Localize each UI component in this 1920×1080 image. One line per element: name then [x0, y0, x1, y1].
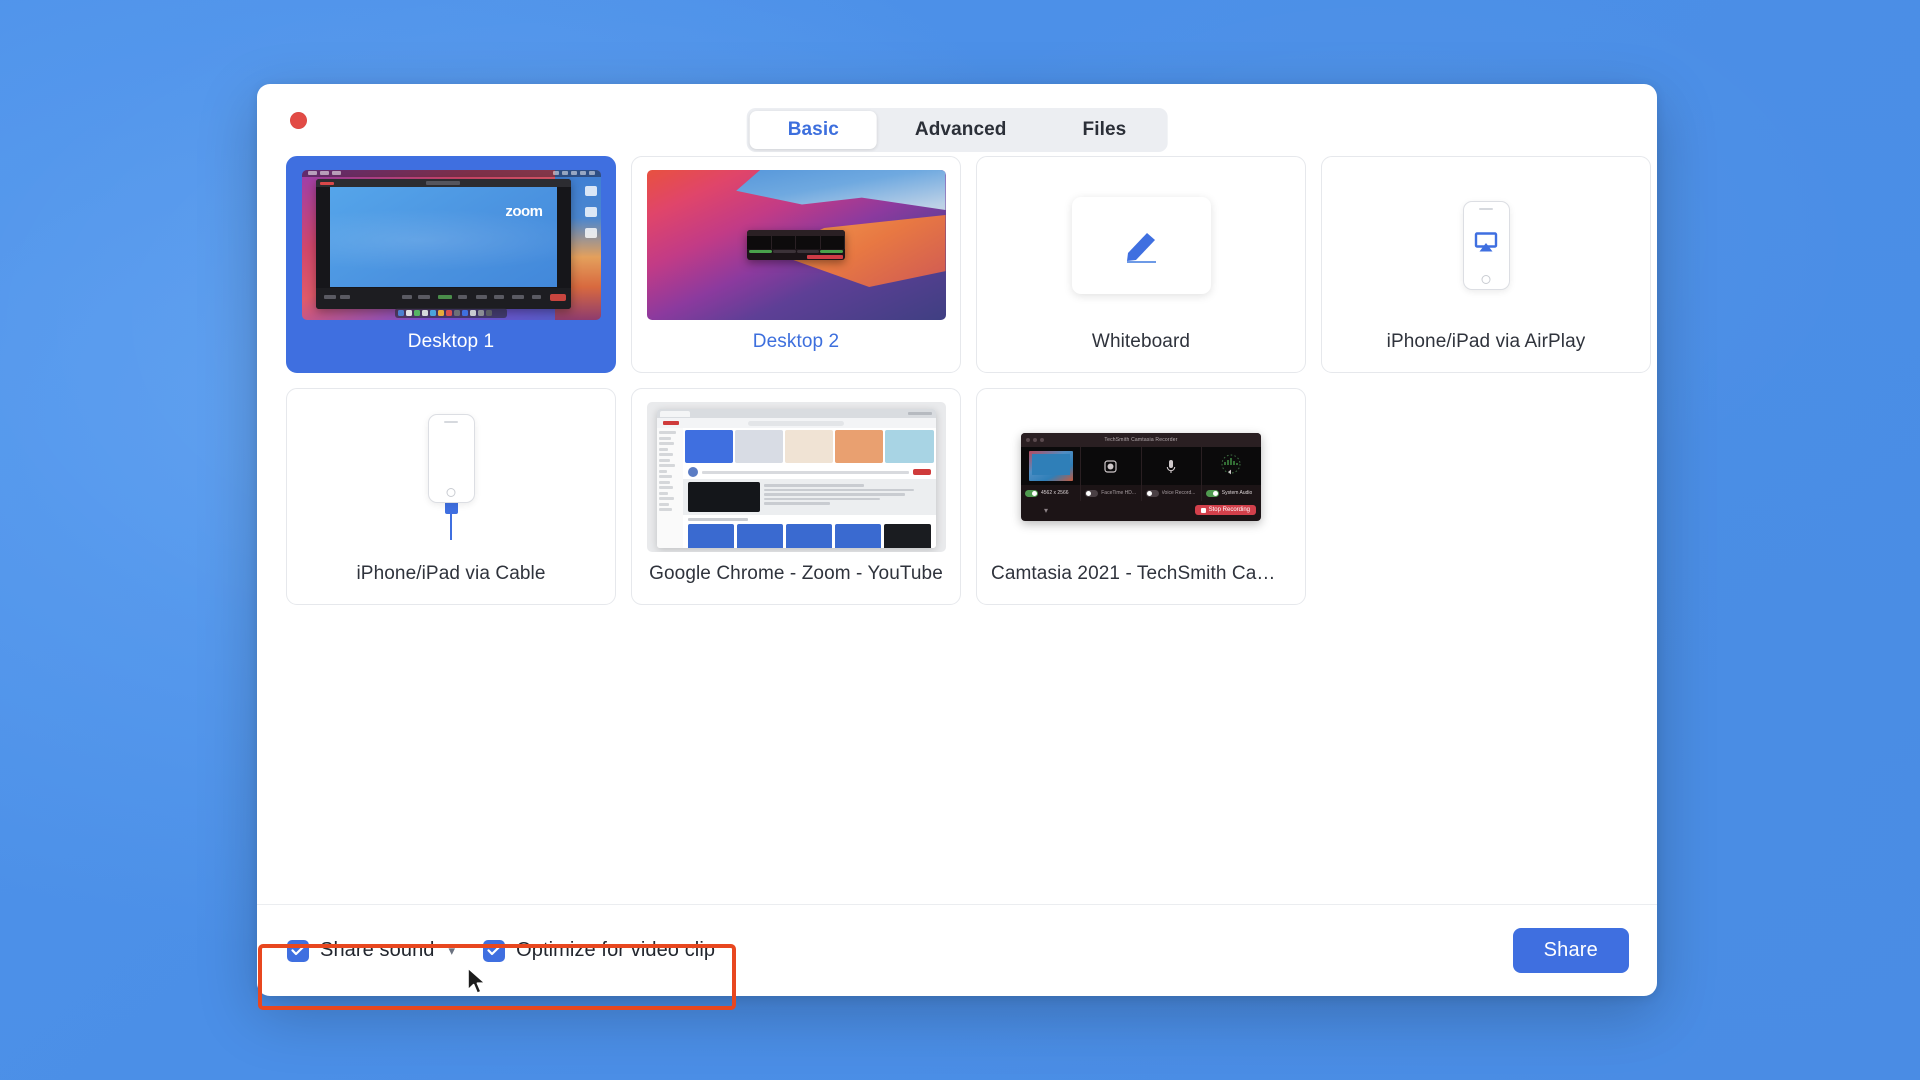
dialog-titlebar: Basic Advanced Files [257, 84, 1657, 156]
chrome-thumbnail [646, 402, 946, 552]
share-source-desktop-2[interactable]: Desktop 2 [631, 156, 961, 373]
zoom-meeting-window-preview: zoom [315, 179, 571, 309]
desktop-1-thumbnail: zoom [301, 170, 601, 320]
stop-recording-button: Stop Recording [1194, 505, 1256, 515]
share-source-label: iPhone/iPad via AirPlay [1386, 331, 1586, 352]
optimize-video-clip-option[interactable]: Optimize for video clip [483, 939, 715, 962]
pen-icon [1118, 221, 1164, 270]
share-sound-option[interactable]: Share sound ▾ [287, 939, 455, 962]
camtasia-toggle-label: System Audio [1221, 490, 1253, 496]
tab-files[interactable]: Files [1045, 111, 1165, 149]
chevron-down-icon[interactable]: ▾ [449, 943, 456, 959]
share-options: Share sound ▾ Optimize for video clip [287, 939, 715, 962]
share-source-label: Desktop 2 [752, 331, 840, 352]
camtasia-recorder-preview [747, 230, 845, 260]
tab-advanced[interactable]: Advanced [877, 111, 1045, 149]
share-sound-label: Share sound [320, 939, 435, 961]
optimize-video-clip-checkbox[interactable] [483, 939, 506, 962]
share-source-label: iPhone/iPad via Cable [356, 563, 546, 584]
share-source-airplay[interactable]: iPhone/iPad via AirPlay [1321, 156, 1651, 373]
share-source-google-chrome[interactable]: Google Chrome - Zoom - YouTube [631, 388, 961, 605]
share-source-label: Google Chrome - Zoom - YouTube [649, 563, 943, 584]
camtasia-toggle-label: 4562 x 2566 [1041, 490, 1069, 496]
airplay-thumbnail [1337, 170, 1636, 320]
close-icon[interactable] [290, 112, 307, 129]
share-source-cable[interactable]: iPhone/iPad via Cable [286, 388, 616, 605]
airplay-icon [1474, 232, 1498, 258]
share-button[interactable]: Share [1512, 928, 1629, 973]
macos-dock [395, 308, 507, 318]
camtasia-window-title: TechSmith Camtasia Recorder [1104, 437, 1178, 443]
share-source-grid-area: zoom Desktop 1 Desktop 2 Whiteboard iPho… [257, 156, 1657, 904]
share-source-label: Camtasia 2021 - TechSmith Camta... [991, 563, 1291, 584]
camtasia-toggle-label: Voice Record... [1161, 490, 1196, 496]
share-source-whiteboard[interactable]: Whiteboard [976, 156, 1306, 373]
share-screen-dialog: Basic Advanced Files zoom Desktop 1 Desk… [257, 84, 1657, 996]
zoom-logo: zoom [505, 203, 543, 220]
dialog-footer: Share sound ▾ Optimize for video clip Sh… [257, 904, 1657, 996]
cable-thumbnail [302, 402, 601, 552]
tab-bar: Basic Advanced Files [746, 108, 1168, 152]
camtasia-toggle-label: FaceTime HD... [1101, 490, 1137, 496]
whiteboard-thumbnail [992, 170, 1291, 320]
share-source-camtasia[interactable]: TechSmith Camtasia Recorder 4562 x 2566 … [976, 388, 1306, 605]
phone-cable-icon [427, 414, 475, 540]
share-sound-checkbox[interactable] [287, 939, 309, 962]
camtasia-thumbnail: TechSmith Camtasia Recorder 4562 x 2566 … [991, 402, 1291, 552]
optimize-video-clip-label: Optimize for video clip [516, 939, 716, 961]
share-source-grid: zoom Desktop 1 Desktop 2 Whiteboard iPho… [285, 156, 1651, 605]
share-source-label: Whiteboard [1091, 331, 1191, 352]
share-source-desktop-1[interactable]: zoom Desktop 1 [286, 156, 616, 373]
chevron-down-icon: ▾ [1044, 505, 1049, 515]
share-source-label: Desktop 1 [407, 331, 495, 352]
stop-recording-label: Stop Recording [1208, 507, 1250, 513]
desktop-icons [584, 186, 597, 238]
desktop-2-thumbnail [646, 170, 946, 320]
tab-basic[interactable]: Basic [749, 111, 877, 149]
